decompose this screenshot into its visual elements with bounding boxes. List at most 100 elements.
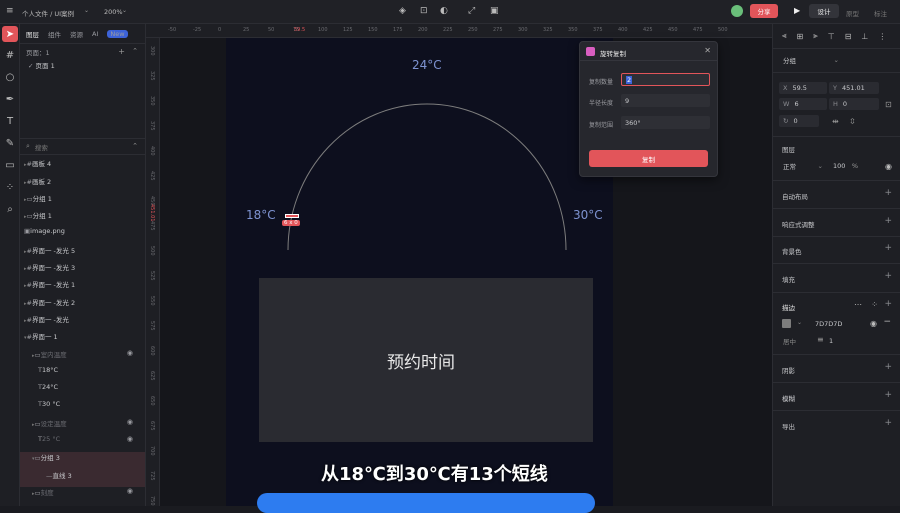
eye-icon[interactable]: ◉: [870, 319, 877, 328]
rotation-field[interactable]: ↻ 0: [779, 115, 819, 127]
align-bottom-icon[interactable]: ⊥: [861, 32, 868, 41]
boolean-icon[interactable]: ◐: [440, 6, 448, 16]
flip-v-icon[interactable]: ⇳: [849, 117, 856, 126]
mode-annotate-tab[interactable]: 标注: [874, 8, 887, 18]
align-center-icon[interactable]: ⊞: [797, 32, 804, 41]
mode-prototype-tab[interactable]: 原型: [846, 8, 859, 18]
eye-icon[interactable]: ◉: [127, 349, 133, 357]
selected-line[interactable]: [285, 214, 299, 218]
layer-item[interactable]: ▸▭刻度 ◉: [20, 487, 145, 504]
radius-input[interactable]: 9: [621, 94, 710, 107]
avatar[interactable]: [731, 5, 743, 17]
layer-item[interactable]: T18°C: [20, 366, 145, 383]
w-field[interactable]: W6: [779, 98, 827, 110]
tab-layers[interactable]: 图层: [26, 29, 39, 39]
distribute-icon[interactable]: ⋮: [878, 32, 886, 41]
share-button[interactable]: 分享: [750, 4, 778, 18]
layer-item[interactable]: T25 °C ◉: [20, 435, 145, 452]
align-left-icon[interactable]: ⫷: [782, 31, 787, 41]
chevron-down-icon[interactable]: ⌄: [122, 7, 127, 14]
remove-icon[interactable]: −: [883, 317, 891, 327]
align-middle-icon[interactable]: ⊟: [845, 32, 852, 41]
move-tool-icon[interactable]: ➤: [2, 26, 18, 42]
pen-tool-icon[interactable]: ✒: [0, 88, 20, 110]
tab-assets[interactable]: 资源: [70, 29, 83, 39]
add-icon[interactable]: +: [884, 299, 892, 309]
eye-icon[interactable]: ◉: [127, 435, 133, 443]
layer-item-selected[interactable]: —直线 3: [20, 469, 145, 487]
range-input[interactable]: 360°: [621, 116, 710, 129]
action-button[interactable]: [257, 493, 595, 513]
plugins-icon[interactable]: ⁘: [0, 176, 20, 198]
layer-item[interactable]: ▸#界面一 -发光 5: [20, 245, 145, 262]
shape-tool-icon[interactable]: ○: [0, 66, 20, 88]
layer-item[interactable]: ▸▭室内温度 ◉: [20, 349, 145, 366]
layer-item[interactable]: ▸#界面一 -发光: [20, 314, 145, 331]
play-icon[interactable]: ▶: [794, 6, 800, 15]
chevron-down-icon[interactable]: ⌄: [84, 7, 89, 14]
menu-icon[interactable]: ≡: [6, 6, 14, 16]
zoom-level[interactable]: 200%: [104, 8, 123, 16]
add-icon[interactable]: +: [884, 216, 892, 226]
frame-icon[interactable]: ⊡: [420, 6, 428, 16]
close-icon[interactable]: ✕: [704, 46, 711, 55]
add-icon[interactable]: +: [884, 188, 892, 198]
align-right-icon[interactable]: ⫸: [813, 31, 818, 41]
pencil-tool-icon[interactable]: ✎: [0, 132, 20, 154]
more-icon[interactable]: ⋯: [854, 300, 862, 309]
layer-item[interactable]: ▸#界面一 -发光 2: [20, 297, 145, 314]
layer-item[interactable]: T24°C: [20, 383, 145, 400]
stroke-color-field[interactable]: 7D7D7D: [811, 318, 863, 330]
collapse-icon[interactable]: ⌃: [132, 47, 138, 55]
resize-icon[interactable]: ⤢: [468, 6, 475, 16]
layer-item[interactable]: ▾#界面一 1: [20, 331, 145, 348]
chevron-down-icon[interactable]: ⌄: [797, 319, 802, 326]
appointment-card[interactable]: 预约时间: [259, 278, 593, 442]
mode-design-tab[interactable]: 设计: [809, 4, 839, 18]
group-select[interactable]: 分组 ⌄: [779, 54, 843, 66]
frame-tool-icon[interactable]: #: [0, 44, 20, 66]
count-input[interactable]: 2: [621, 73, 710, 86]
stroke-align-select[interactable]: 居中: [779, 335, 809, 347]
eye-icon[interactable]: ◉: [127, 487, 133, 495]
comment-tool-icon[interactable]: ▭: [0, 154, 20, 176]
layer-item[interactable]: ▸▭分组 1: [20, 193, 145, 210]
component-icon[interactable]: ◈: [399, 6, 406, 16]
eye-icon[interactable]: ◉: [885, 162, 892, 171]
add-icon[interactable]: +: [884, 271, 892, 281]
flip-h-icon[interactable]: ⇹: [832, 117, 839, 126]
search-icon[interactable]: ⌕: [0, 198, 20, 220]
layer-item[interactable]: ▸#界面一 -发光 1: [20, 279, 145, 296]
grid-icon[interactable]: ⁘: [871, 300, 878, 309]
layer-item[interactable]: ▸#画板 2: [20, 176, 145, 193]
eye-icon[interactable]: ◉: [127, 418, 133, 426]
add-icon[interactable]: +: [884, 418, 892, 428]
text-tool-icon[interactable]: T: [0, 110, 20, 132]
layer-item[interactable]: ▣image.png: [20, 227, 145, 244]
collapse-all-icon[interactable]: ⌃: [132, 142, 138, 150]
add-icon[interactable]: +: [884, 362, 892, 372]
layer-item[interactable]: ▸▭分组 1: [20, 210, 145, 227]
layer-item[interactable]: ▸#界面一 -发光 3: [20, 262, 145, 279]
add-page-icon[interactable]: +: [118, 47, 125, 56]
page-item[interactable]: ✓ 页面 1: [20, 60, 145, 77]
layer-item[interactable]: T30 °C: [20, 400, 145, 417]
stroke-width-field[interactable]: 1: [825, 335, 865, 347]
tab-components[interactable]: 组件: [48, 29, 61, 39]
layer-item[interactable]: ▸▭设定温度 ◉: [20, 418, 145, 435]
blend-mode-select[interactable]: 正常 ⌄: [779, 160, 827, 172]
layer-search[interactable]: ⌕ 搜索 ⌃: [20, 139, 145, 156]
copy-button[interactable]: 复制: [589, 150, 708, 167]
stroke-color-swatch[interactable]: [782, 319, 791, 328]
opacity-field[interactable]: 100%: [829, 160, 861, 172]
breadcrumb[interactable]: 个人文件 / UI案例: [22, 8, 74, 18]
search-input[interactable]: 搜索: [35, 142, 48, 152]
y-field[interactable]: Y 451.01: [829, 82, 879, 94]
add-icon[interactable]: +: [884, 243, 892, 253]
h-field[interactable]: H0: [829, 98, 879, 110]
lock-ratio-icon[interactable]: ⊡: [885, 100, 892, 109]
artboard[interactable]: 24°C 18°C 30°C 6 x 0 预约时间: [226, 38, 613, 513]
layer-item-selected[interactable]: ▾▭分组 3: [20, 452, 145, 470]
layer-item[interactable]: ▸#画板 4: [20, 158, 145, 175]
add-icon[interactable]: +: [884, 390, 892, 400]
